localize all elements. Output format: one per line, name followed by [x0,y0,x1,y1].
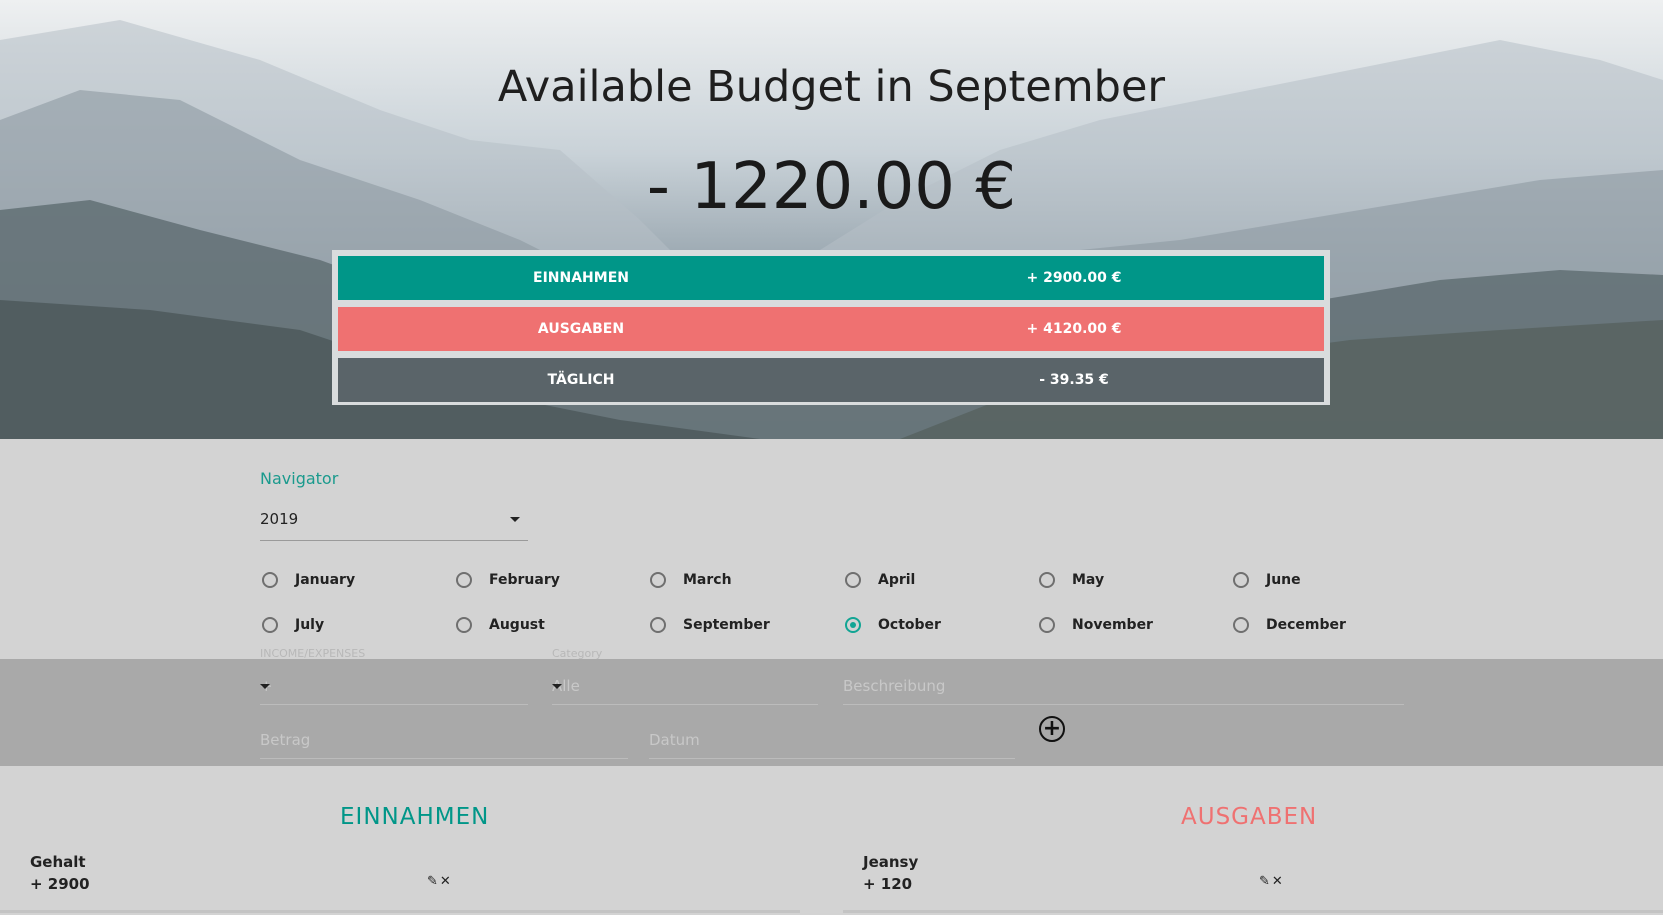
month-option-september[interactable]: September [650,614,830,638]
page-title: Available Budget in September [497,62,1166,112]
month-label: July [295,617,325,633]
chevron-down-icon [260,684,270,689]
month-option-december[interactable]: December [1233,614,1413,638]
daily-summary-row: TÄGLICH - 39.35 € [338,358,1324,402]
month-label: September [683,617,770,633]
month-label: March [683,572,732,588]
date-input[interactable]: Datum [649,721,1015,759]
hero-banner: Available Budget in September - 1220.00 … [0,0,1663,439]
month-label: August [489,617,545,633]
edit-icon[interactable]: ✎ [427,874,438,889]
income-item-value: + 2900 [30,875,90,893]
expenses-list-title: AUSGABEN [1181,804,1318,830]
expenses-summary-label: AUSGABEN [537,321,625,337]
navigator-label: Navigator [260,469,339,488]
month-label: January [295,572,356,588]
month-option-january[interactable]: January [262,569,442,593]
amount-placeholder: Betrag [260,731,311,749]
year-select[interactable]: 2019 [260,505,528,541]
radio-icon[interactable] [1039,617,1055,633]
expenses-summary-row: AUSGABEN + 4120.00 € [338,307,1324,351]
chevron-down-icon [552,684,562,689]
radio-icon[interactable] [262,617,278,633]
add-entry-button[interactable]: + [1039,716,1065,742]
plus-circle-icon: + [1042,716,1062,741]
radio-icon[interactable] [845,572,861,588]
income-item-divider [0,910,800,913]
month-option-may[interactable]: May [1039,569,1219,593]
budget-summary: EINNAHMEN + 2900.00 € AUSGABEN + 4120.00… [332,250,1330,405]
income-summary-row: EINNAHMEN + 2900.00 € [338,256,1324,300]
radio-icon[interactable] [1233,617,1249,633]
income-summary-label: EINNAHMEN [533,270,629,286]
category-select[interactable]: Alle [552,667,818,705]
year-select-value: 2019 [260,510,299,528]
radio-icon[interactable] [845,617,861,633]
income-item-actions: ✎ ✕ [427,874,453,889]
daily-summary-label: TÄGLICH [547,372,615,388]
month-label: February [489,572,560,588]
month-option-october[interactable]: October [845,614,1025,638]
description-input[interactable]: Beschreibung [843,667,1404,705]
expense-item-divider [843,910,1663,913]
daily-summary-value: - 39.35 € [1039,372,1109,388]
month-option-march[interactable]: March [650,569,830,593]
amount-input[interactable]: Betrag [260,721,628,759]
radio-icon[interactable] [650,617,666,633]
available-budget-amount: - 1220.00 € [646,150,1017,224]
month-option-june[interactable]: June [1233,569,1413,593]
month-option-november[interactable]: November [1039,614,1219,638]
radio-icon[interactable] [1039,572,1055,588]
month-label: December [1266,617,1346,633]
type-select-label: INCOME/EXPENSES [260,647,366,660]
income-item-description: Gehalt [30,853,86,871]
radio-icon[interactable] [262,572,278,588]
chevron-down-icon [510,517,520,522]
radio-icon[interactable] [1233,572,1249,588]
close-icon[interactable]: ✕ [440,874,451,889]
category-select-label: Category [552,647,603,660]
month-label: May [1072,572,1105,588]
month-option-february[interactable]: February [456,569,636,593]
month-label: November [1072,617,1153,633]
type-select[interactable]: + [260,667,528,705]
description-placeholder: Beschreibung [843,677,946,695]
radio-icon[interactable] [456,617,472,633]
radio-icon[interactable] [650,572,666,588]
expense-item-actions: ✎ ✕ [1259,874,1285,889]
month-option-april[interactable]: April [845,569,1025,593]
month-label: October [878,617,941,633]
month-label: June [1266,572,1301,588]
income-list-title: EINNAHMEN [340,804,490,830]
income-summary-value: + 2900.00 € [1026,270,1122,286]
month-label: April [878,572,916,588]
expenses-summary-value: + 4120.00 € [1026,321,1122,337]
expense-item-description: Jeansy [863,853,919,871]
expense-item-value: + 120 [863,875,913,893]
radio-icon[interactable] [456,572,472,588]
month-option-july[interactable]: July [262,614,442,638]
date-placeholder: Datum [649,731,700,749]
close-icon[interactable]: ✕ [1272,874,1283,889]
edit-icon[interactable]: ✎ [1259,874,1270,889]
month-option-august[interactable]: August [456,614,636,638]
